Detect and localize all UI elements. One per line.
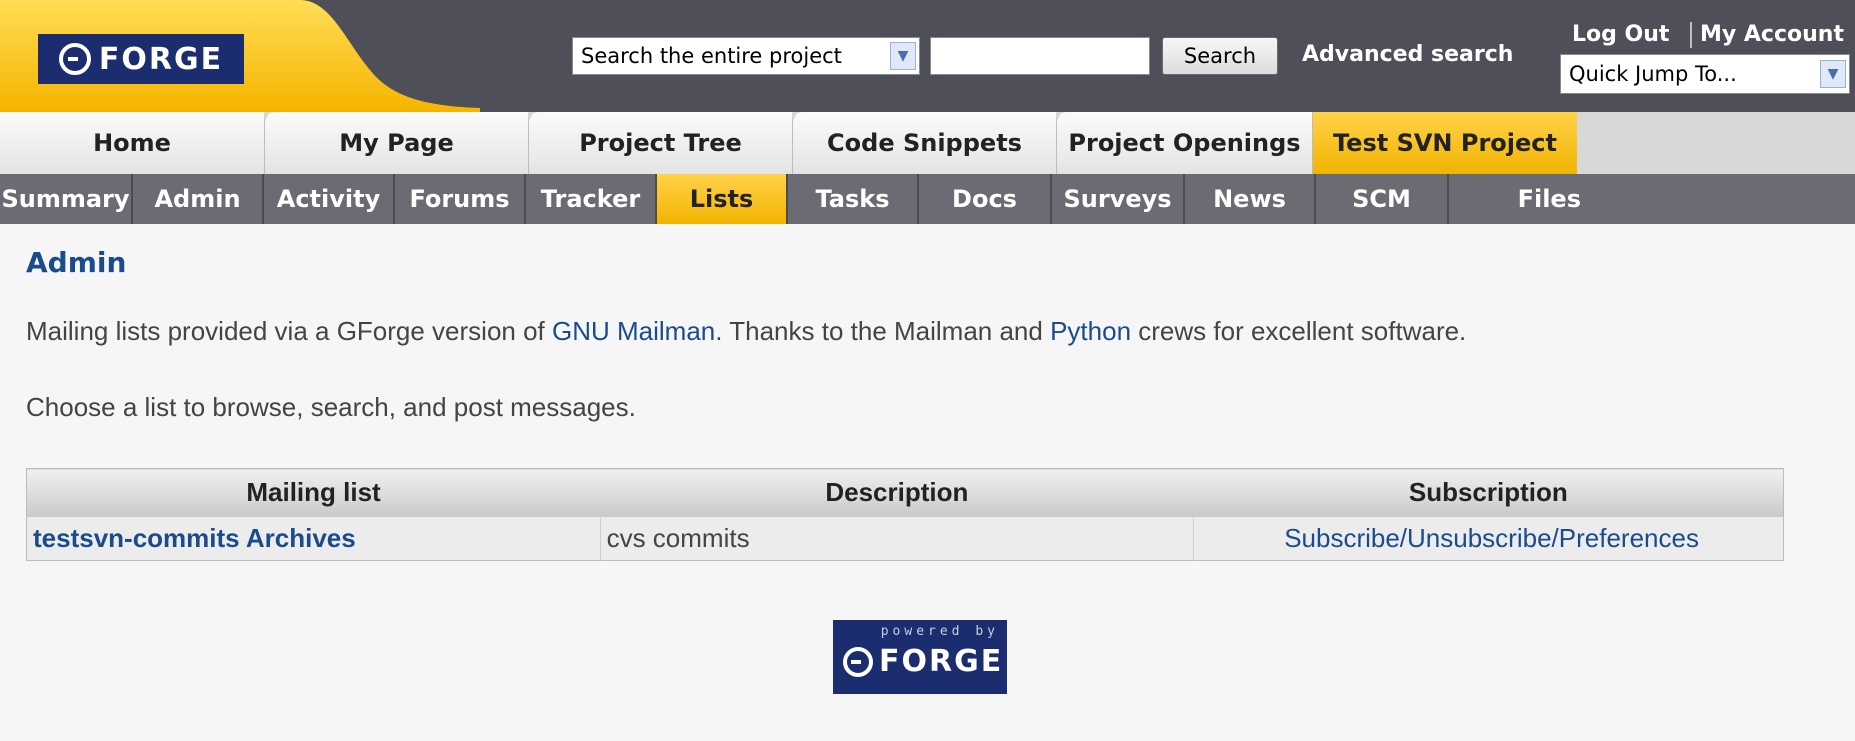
tab-my-page[interactable]: My Page [264,112,528,174]
search-input[interactable] [930,37,1150,75]
search-scope-select[interactable]: Search the entire project ▼ [572,37,920,75]
forge-circle-icon [58,43,91,75]
my-account-link[interactable]: My Account [1700,22,1844,47]
subscription-cell: Subscribe/Unsubscribe/Preferences [1193,516,1784,561]
intro-prefix: Mailing lists provided via a GForge vers… [26,316,553,346]
subtab-admin[interactable]: Admin [133,174,264,224]
column-header-subscription: Subscription [1193,468,1784,517]
forge-logo-mark: FORGE [58,41,224,77]
table-header-row: Mailing list Description Subscription [26,468,1784,517]
mailing-lists-table: Mailing list Description Subscription te… [26,468,1784,561]
powered-by-gforge-logo[interactable]: powered by FORGE [833,620,1007,694]
chevron-down-icon[interactable]: ▼ [1820,60,1846,88]
subtab-surveys[interactable]: Surveys [1052,174,1185,224]
advanced-search-link[interactable]: Advanced search [1302,42,1513,67]
search-button[interactable]: Search [1162,37,1278,75]
intro-middle: . Thanks to the Mailman and [715,316,1051,346]
forge-logo-mark: FORGE [843,644,1003,679]
quick-jump-value: Quick Jump To... [1569,62,1737,86]
top-tabs: Home My Page Project Tree Code Snippets … [0,112,1855,174]
mailing-list-cell: testsvn-commits Archives [26,516,601,561]
footer-logo-text: FORGE [879,644,1004,679]
subtab-tasks[interactable]: Tasks [788,174,919,224]
quick-jump-select[interactable]: Quick Jump To... ▼ [1560,54,1850,94]
chevron-down-icon[interactable]: ▼ [890,42,916,70]
subtab-summary[interactable]: Summary [0,174,133,224]
subtab-news[interactable]: News [1185,174,1316,224]
tab-home[interactable]: Home [0,112,264,174]
search-scope-value: Search the entire project [581,44,842,68]
main-content: Admin Mailing lists provided via a GForg… [0,224,1855,741]
powered-by-text: powered by [880,624,999,639]
tab-test-svn-project[interactable]: Test SVN Project [1312,112,1577,174]
tab-project-tree[interactable]: Project Tree [528,112,792,174]
python-link[interactable]: Python [1050,316,1131,346]
description-cell: cvs commits [599,516,1194,561]
subtab-activity[interactable]: Activity [264,174,395,224]
forge-circle-icon [843,646,873,677]
list-archives-link[interactable]: testsvn-commits Archives [33,523,356,553]
intro-suffix: crews for excellent software. [1131,316,1467,346]
gnu-mailman-link[interactable]: GNU Mailman [552,316,715,346]
subtab-docs[interactable]: Docs [919,174,1052,224]
subtab-tracker[interactable]: Tracker [526,174,657,224]
account-separator [1690,22,1692,48]
intro-text: Mailing lists provided via a GForge vers… [26,316,1466,347]
subtab-scm[interactable]: SCM [1316,174,1449,224]
subtab-lists[interactable]: Lists [657,174,788,224]
header-bar: FORGE Search the entire project ▼ Search… [0,0,1855,112]
logout-link[interactable]: Log Out [1572,22,1669,47]
page-title: Admin [26,246,127,279]
subscribe-preferences-link[interactable]: Subscribe/Unsubscribe/Preferences [1284,523,1699,553]
column-header-description: Description [600,468,1194,517]
tab-project-openings[interactable]: Project Openings [1056,112,1312,174]
project-sub-tabs: Summary Admin Activity Forums Tracker Li… [0,174,1855,224]
logo-text: FORGE [98,41,224,77]
subtab-files[interactable]: Files [1449,174,1585,224]
choose-list-text: Choose a list to browse, search, and pos… [26,392,636,422]
tab-code-snippets[interactable]: Code Snippets [792,112,1056,174]
column-header-mailing-list: Mailing list [26,468,601,517]
table-row: testsvn-commits Archives cvs commits Sub… [26,516,1784,561]
gforge-logo[interactable]: FORGE [38,34,244,84]
subtab-forums[interactable]: Forums [395,174,526,224]
